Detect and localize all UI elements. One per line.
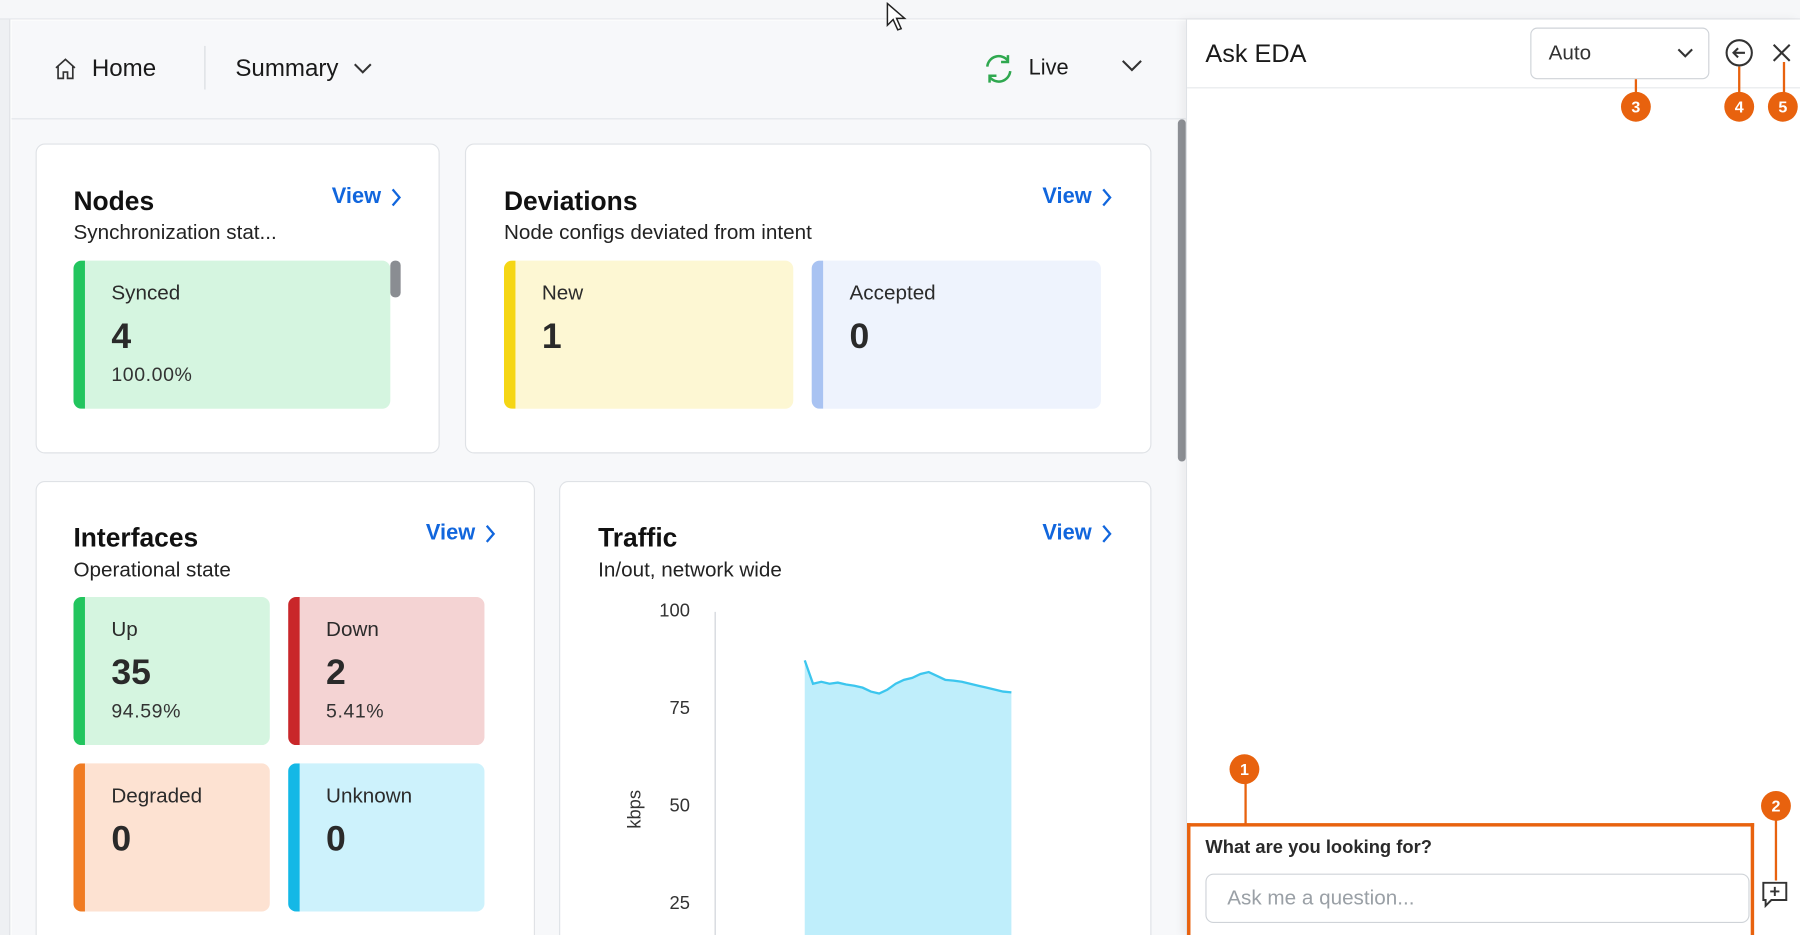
marker-connector xyxy=(1738,66,1741,95)
tile-value: 4 xyxy=(111,315,132,356)
header-separator xyxy=(204,45,206,90)
tile-label: Synced xyxy=(111,281,181,305)
accepted-deviations-tile[interactable]: Accepted 0 xyxy=(811,260,1101,409)
callout-marker-3: 3 xyxy=(1620,91,1651,122)
chevron-right-icon xyxy=(485,525,496,543)
y-tick-label: 25 xyxy=(670,892,690,913)
status-bar xyxy=(288,596,300,746)
traffic-area xyxy=(804,660,1012,935)
traffic-title: Traffic xyxy=(598,522,678,553)
close-icon[interactable] xyxy=(1771,42,1792,63)
ask-panel-title: Ask EDA xyxy=(1205,39,1307,68)
y-tick-label: 100 xyxy=(659,599,690,620)
tile-label: Degraded xyxy=(111,784,203,808)
chevron-right-icon xyxy=(1102,525,1112,543)
nodes-view-link[interactable]: View xyxy=(332,185,402,210)
traffic-chart: 100 75 50 25 kbps xyxy=(624,599,1012,935)
interfaces-title: Interfaces xyxy=(73,522,199,553)
marker-connector xyxy=(1244,782,1247,825)
home-icon xyxy=(55,58,76,80)
y-tick-label: 75 xyxy=(670,697,690,718)
home-nav[interactable]: Home xyxy=(53,55,156,83)
status-bar xyxy=(811,260,824,409)
live-label: Live xyxy=(1028,56,1069,81)
deviations-title: Deviations xyxy=(503,185,638,216)
ask-eda-panel xyxy=(1185,19,1800,935)
question-label: What are you looking for? xyxy=(1205,838,1432,858)
interfaces-view-link[interactable]: View xyxy=(426,521,496,546)
interfaces-unknown-tile[interactable]: Unknown 0 xyxy=(288,763,485,912)
traffic-subtitle: In/out, network wide xyxy=(598,557,782,581)
tile-value: 2 xyxy=(326,652,346,693)
view-label: View xyxy=(425,521,476,546)
tile-value: 0 xyxy=(849,315,870,356)
callout-marker-4: 4 xyxy=(1724,91,1755,122)
view-label: View xyxy=(1042,184,1092,209)
tile-label: Accepted xyxy=(849,281,936,305)
home-label: Home xyxy=(91,55,157,82)
deviations-view-link[interactable]: View xyxy=(1042,185,1112,210)
mouse-cursor-icon xyxy=(886,2,907,31)
chevron-down-icon xyxy=(1677,48,1693,58)
summary-dropdown[interactable]: Summary xyxy=(235,55,373,83)
back-arrow-icon[interactable] xyxy=(1724,38,1754,68)
status-bar xyxy=(73,596,85,746)
question-input[interactable] xyxy=(1205,873,1750,923)
tile-percent: 94.59% xyxy=(111,700,182,723)
nodes-scrollbar[interactable] xyxy=(390,260,401,298)
y-tick-label: 50 xyxy=(670,795,690,816)
callout-marker-2: 2 xyxy=(1761,790,1791,821)
tile-percent: 100.00% xyxy=(111,363,193,386)
view-label: View xyxy=(1042,521,1092,546)
chevron-down-icon xyxy=(353,63,372,74)
chevron-right-icon xyxy=(1102,188,1112,207)
dashboard-scrollbar[interactable] xyxy=(1177,119,1186,462)
tile-value: 0 xyxy=(111,818,132,859)
tile-label: Unknown xyxy=(326,784,413,808)
chevron-right-icon xyxy=(391,188,401,207)
refresh-icon xyxy=(986,54,1012,83)
interfaces-degraded-tile[interactable]: Degraded 0 xyxy=(73,763,270,912)
new-deviations-tile[interactable]: New 1 xyxy=(503,260,794,409)
summary-label: Summary xyxy=(235,55,339,82)
live-toggle[interactable]: Live xyxy=(983,53,1069,85)
traffic-view-link[interactable]: View xyxy=(1042,521,1112,546)
nodes-subtitle: Synchronization stat... xyxy=(73,220,277,244)
status-bar xyxy=(73,763,85,912)
tile-value: 35 xyxy=(111,652,151,693)
live-options-chevron-icon[interactable] xyxy=(1120,57,1143,73)
left-edge-rail xyxy=(0,19,11,935)
deviations-subtitle: Node configs deviated from intent xyxy=(503,220,812,244)
app-window: Home Summary Live Nodes Synchronization … xyxy=(0,0,1800,935)
nodes-title: Nodes xyxy=(73,185,155,216)
model-select[interactable]: Auto xyxy=(1530,27,1710,80)
interfaces-down-tile[interactable]: Down 2 5.41% xyxy=(288,596,485,746)
new-chat-icon[interactable] xyxy=(1760,879,1790,909)
synced-tile[interactable]: Synced 4 100.00% xyxy=(73,260,391,409)
status-bar xyxy=(73,260,85,409)
interfaces-subtitle: Operational state xyxy=(73,557,231,581)
status-bar xyxy=(288,763,300,912)
tile-percent: 5.41% xyxy=(326,700,385,723)
model-select-value: Auto xyxy=(1548,41,1592,65)
interfaces-up-tile[interactable]: Up 35 94.59% xyxy=(73,596,270,746)
view-label: View xyxy=(331,184,382,209)
callout-marker-1: 1 xyxy=(1229,754,1260,785)
tile-value: 0 xyxy=(326,818,346,859)
y-axis-label: kbps xyxy=(624,790,645,829)
tile-label: Down xyxy=(326,617,379,641)
marker-connector xyxy=(1782,61,1786,95)
tile-label: Up xyxy=(111,617,138,641)
tile-value: 1 xyxy=(541,315,562,356)
marker-connector xyxy=(1774,817,1778,881)
status-bar xyxy=(503,260,516,409)
tile-label: New xyxy=(541,281,584,305)
callout-marker-5: 5 xyxy=(1767,91,1798,122)
